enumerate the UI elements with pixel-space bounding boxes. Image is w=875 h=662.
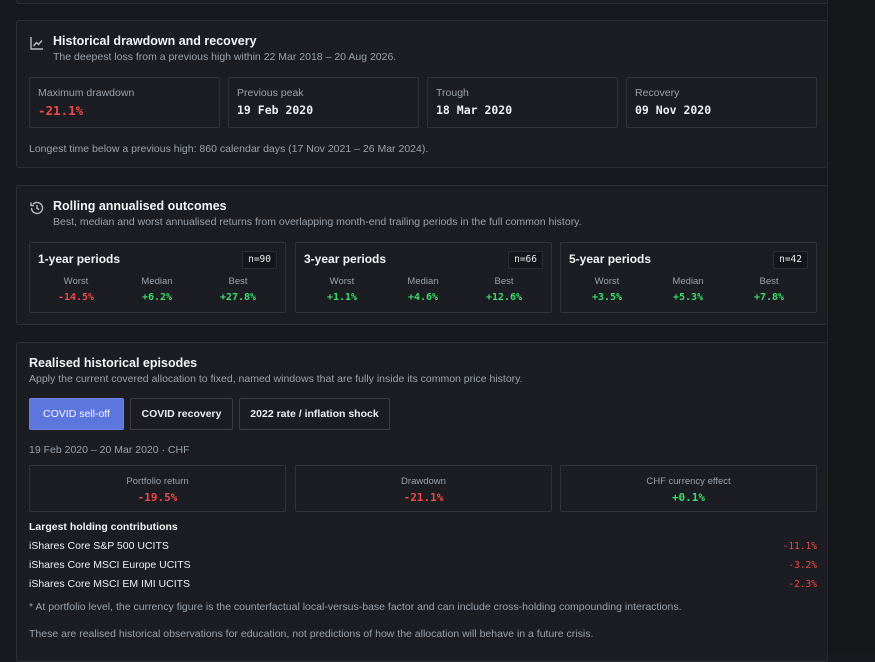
worst-value: +1.1% [326,292,358,303]
worst-column: Worst +1.1% [302,276,382,303]
col-label: Median [672,276,704,287]
currency-footnote: * At portfolio level, the currency figur… [29,601,682,613]
metric-value: -19.5% [137,491,178,504]
drawdown-card: Historical drawdown and recovery The dee… [16,20,828,168]
period-title: 5-year periods [569,252,652,266]
metric-value: +0.1% [671,491,706,504]
card-title: Historical drawdown and recovery [53,34,257,48]
best-value: +27.8% [219,292,257,303]
worst-column: Worst -14.5% [36,276,116,303]
col-label: Best [494,276,514,287]
drawdown-metric: Drawdown -21.1% [295,465,552,512]
currency-effect-metric: CHF currency effect +0.1% [560,465,817,512]
card-subtitle: Best, median and worst annualised return… [53,216,582,228]
col-label: Worst [594,276,620,287]
previous-peak-stat: Previous peak 19 Feb 2020 [228,77,419,128]
worst-column: Worst +3.5% [567,276,647,303]
best-column: Best +12.6% [464,276,544,303]
episode-tab-covid-recovery[interactable]: COVID recovery [130,398,233,430]
period-3y: 3-year periods n=66 Worst +1.1% Median +… [295,242,552,313]
sample-count-badge: n=90 [242,251,277,269]
best-value: +7.8% [753,292,785,303]
episode-window: 19 Feb 2020 – 20 Mar 2020 · CHF [29,444,190,456]
stat-value: 09 Nov 2020 [635,103,712,117]
previous-card-edge [16,0,828,4]
contribution-value: -11.1% [782,541,817,552]
stat-value: 18 Mar 2020 [436,103,513,117]
holding-name: iShares Core S&P 500 UCITS [29,540,169,552]
col-label: Best [228,276,248,287]
median-value: +5.3% [672,292,704,303]
period-1y: 1-year periods n=90 Worst -14.5% Median … [29,242,286,313]
episode-tab-covid-selloff[interactable]: COVID sell-off [29,398,124,430]
historical-episodes-card: Realised historical episodes Apply the c… [16,342,828,662]
rolling-outcomes-card: Rolling annualised outcomes Best, median… [16,185,828,325]
stat-value: 19 Feb 2020 [237,103,314,117]
contribution-value: -3.2% [788,560,817,571]
education-disclaimer: These are realised historical observatio… [29,628,594,640]
episode-tab-rate-inflation-shock[interactable]: 2022 rate / inflation shock [239,398,390,430]
trough-stat: Trough 18 Mar 2020 [427,77,618,128]
metric-value: -21.1% [403,491,444,504]
period-5y: 5-year periods n=42 Worst +3.5% Median +… [560,242,817,313]
metric-label: CHF currency effect [646,476,731,487]
best-column: Best +7.8% [729,276,809,303]
contribution-row: iShares Core MSCI EM IMI UCITS -2.3% [29,578,817,594]
median-value: +6.2% [141,292,173,303]
median-column: Median +6.2% [117,276,197,303]
worst-value: -14.5% [57,292,95,303]
contribution-row: iShares Core S&P 500 UCITS -11.1% [29,540,817,556]
stat-label: Recovery [635,87,680,99]
portfolio-return-metric: Portfolio return -19.5% [29,465,286,512]
contributions-heading: Largest holding contributions [29,521,178,533]
col-label: Best [759,276,779,287]
metric-label: Portfolio return [126,476,189,487]
stat-value: -21.1% [38,103,84,118]
median-value: +4.6% [407,292,439,303]
col-label: Median [407,276,439,287]
col-label: Median [141,276,173,287]
best-value: +12.6% [485,292,523,303]
card-title: Realised historical episodes [29,356,198,370]
stat-label: Trough [436,87,469,99]
holding-name: iShares Core MSCI Europe UCITS [29,559,191,571]
best-column: Best +27.8% [198,276,278,303]
contribution-value: -2.3% [788,579,817,590]
card-subtitle: The deepest loss from a previous high wi… [53,51,397,63]
period-title: 1-year periods [38,252,121,266]
metric-label: Drawdown [401,476,446,487]
max-drawdown-stat: Maximum drawdown -21.1% [29,77,220,128]
contribution-row: iShares Core MSCI Europe UCITS -3.2% [29,559,817,575]
period-title: 3-year periods [304,252,387,266]
col-label: Worst [329,276,355,287]
page-gutter [827,0,875,655]
line-chart-icon [29,35,47,53]
worst-value: +3.5% [591,292,623,303]
sample-count-badge: n=42 [773,251,808,269]
holding-name: iShares Core MSCI EM IMI UCITS [29,578,191,590]
history-icon [29,200,47,218]
median-column: Median +5.3% [648,276,728,303]
col-label: Worst [63,276,89,287]
card-subtitle: Apply the current covered allocation to … [29,373,523,385]
longest-below-high-note: Longest time below a previous high: 860 … [29,143,429,155]
median-column: Median +4.6% [383,276,463,303]
card-title: Rolling annualised outcomes [53,199,227,213]
recovery-stat: Recovery 09 Nov 2020 [626,77,817,128]
stat-label: Maximum drawdown [38,87,135,99]
stat-label: Previous peak [237,87,304,99]
sample-count-badge: n=66 [508,251,543,269]
